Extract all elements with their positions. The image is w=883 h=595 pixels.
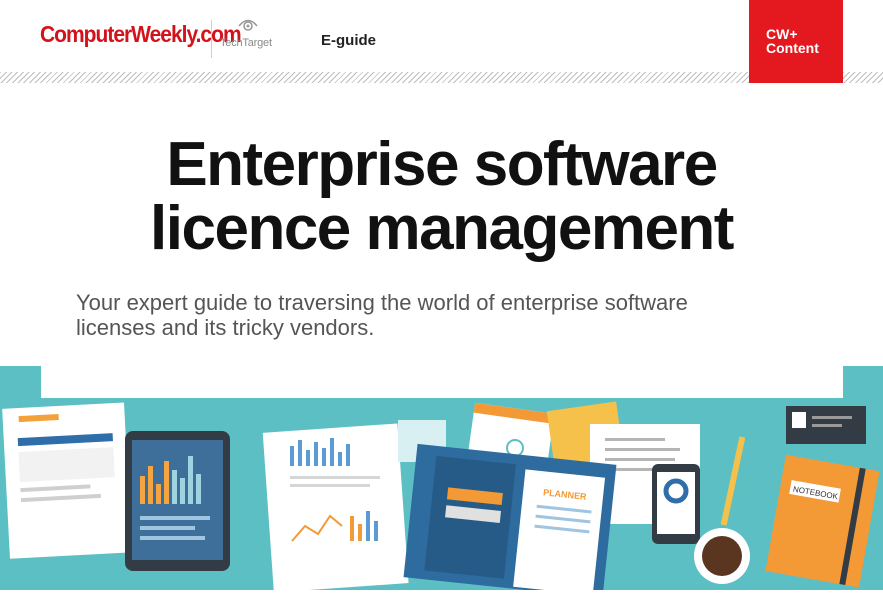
document-type-label: E-guide <box>321 32 376 49</box>
coffee-cup <box>694 528 750 584</box>
techtarget-label: TechTarget <box>220 37 272 49</box>
phone <box>652 464 700 544</box>
badge-line-2: Content <box>766 40 819 56</box>
cw-plus-badge: CW+ Content <box>749 0 843 83</box>
planner-folder: PLANNER <box>403 443 617 595</box>
spreadsheet-document <box>2 402 132 559</box>
title-line-2: licence management <box>150 194 734 263</box>
techtarget-logo[interactable]: TechTarget <box>220 16 278 60</box>
subtitle-line-2: licenses and its tricky vendors. <box>76 315 375 340</box>
business-card <box>786 406 866 444</box>
tablet-chart <box>125 431 230 571</box>
notebook: NOTEBOOK <box>765 454 880 588</box>
badge-line-1: CW+ <box>766 26 798 42</box>
subtitle-line-1: Your expert guide to traversing the worl… <box>76 290 688 315</box>
content-panel-bottom <box>41 366 843 398</box>
logo-divider <box>211 20 212 58</box>
header-stripe-right <box>843 72 883 83</box>
page-title: Enterprise software licence management <box>0 133 883 261</box>
eye-icon <box>238 19 258 31</box>
charts-paper <box>262 423 409 593</box>
pencil <box>720 436 746 526</box>
header-stripe <box>0 72 749 83</box>
cover-illustration: PLANNER NOTEBOOK <box>0 366 883 595</box>
page-subtitle: Your expert guide to traversing the worl… <box>76 290 816 340</box>
desk-illustration: PLANNER NOTEBOOK <box>2 401 880 595</box>
title-line-1: Enterprise software <box>166 130 718 199</box>
